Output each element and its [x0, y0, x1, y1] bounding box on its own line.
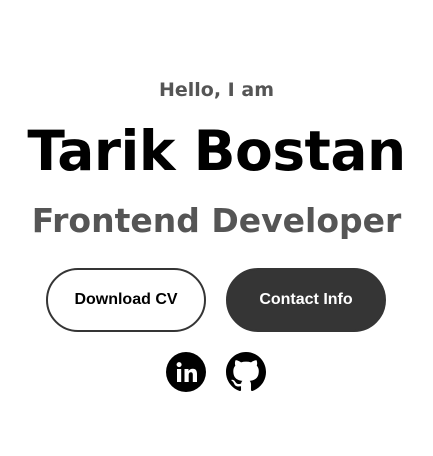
name-heading: Tarik Bostan	[27, 119, 406, 183]
role-subtitle: Frontend Developer	[31, 201, 402, 240]
hero-section: Hello, I am Tarik Bostan Frontend Develo…	[0, 0, 433, 456]
greeting-text: Hello, I am	[158, 79, 274, 101]
download-cv-button[interactable]: Download CV	[46, 268, 206, 332]
contact-info-button[interactable]: Contact Info	[226, 268, 386, 332]
github-icon[interactable]	[226, 352, 266, 392]
linkedin-icon[interactable]	[166, 352, 206, 392]
